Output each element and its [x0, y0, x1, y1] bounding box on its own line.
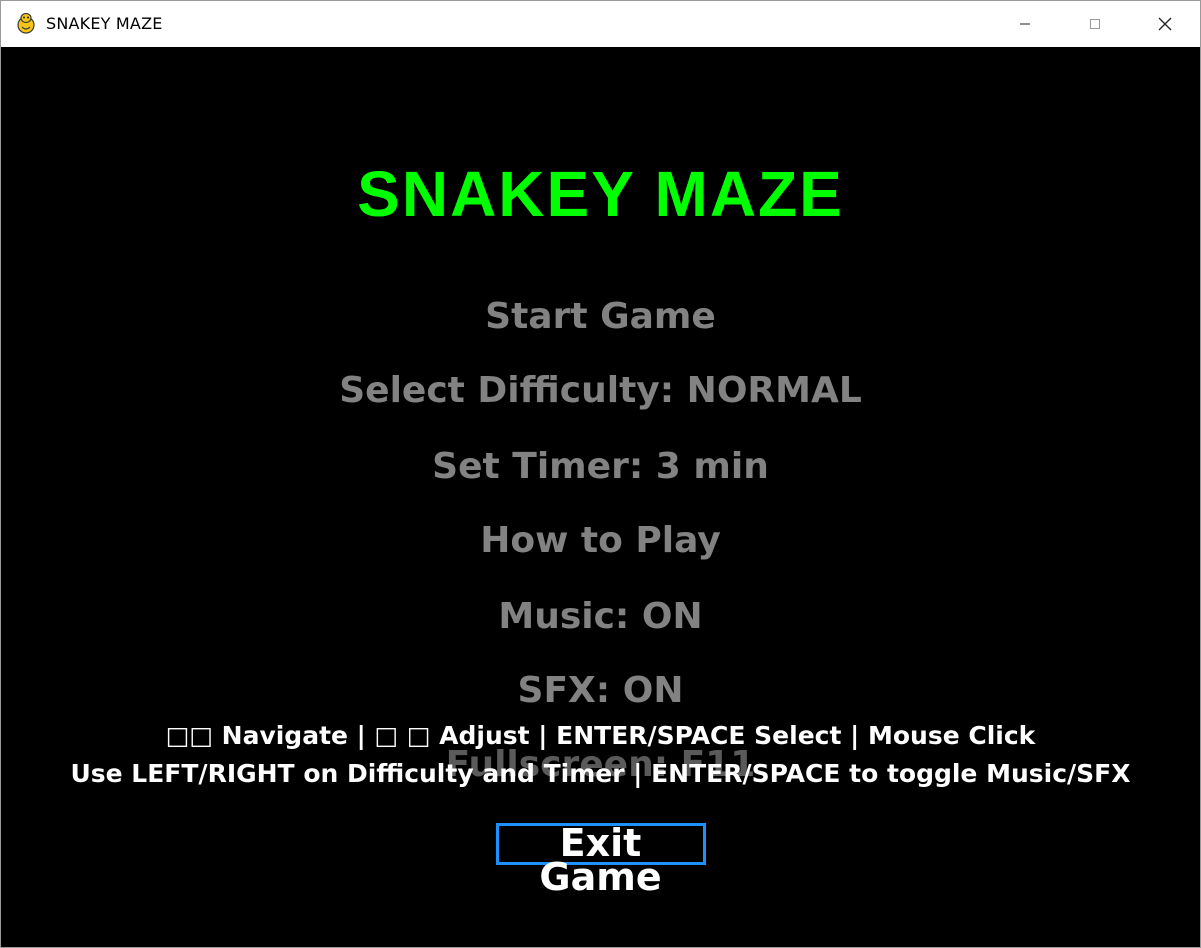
menu-exit-game[interactable]: Exit Game: [495, 823, 706, 896]
game-title: SNAKEY MAZE: [357, 158, 844, 230]
maximize-button[interactable]: [1060, 1, 1130, 47]
minimize-button[interactable]: [990, 1, 1060, 47]
pygame-snake-icon: [17, 12, 35, 34]
menu-select-difficulty[interactable]: Select Difficulty: NORMAL: [1, 369, 1200, 413]
game-window: SNAKEY MAZE SNAKEY MAZE Start Game Selec…: [0, 0, 1201, 948]
title-bar[interactable]: SNAKEY MAZE: [1, 1, 1200, 47]
game-canvas[interactable]: SNAKEY MAZE Start Game Select Difficulty…: [1, 47, 1200, 947]
maximize-icon: [1090, 19, 1100, 29]
minimize-icon: [1020, 23, 1030, 25]
close-button[interactable]: [1130, 1, 1200, 47]
menu-set-timer[interactable]: Set Timer: 3 min: [1, 445, 1200, 489]
menu-sfx-toggle[interactable]: SFX: ON: [1, 669, 1200, 713]
close-icon: [1158, 17, 1172, 31]
menu-start-game[interactable]: Start Game: [1, 295, 1200, 339]
menu-exit-wrapper: Exit Game: [1, 823, 1200, 896]
help-text-navigation: □□ Navigate | □ □ Adjust | ENTER/SPACE S…: [165, 721, 1036, 750]
help-text-controls: Use LEFT/RIGHT on Difficulty and Timer |…: [70, 759, 1131, 788]
menu-music-toggle[interactable]: Music: ON: [1, 595, 1200, 639]
window-title: SNAKEY MAZE: [46, 14, 163, 33]
menu-how-to-play[interactable]: How to Play: [1, 519, 1200, 563]
